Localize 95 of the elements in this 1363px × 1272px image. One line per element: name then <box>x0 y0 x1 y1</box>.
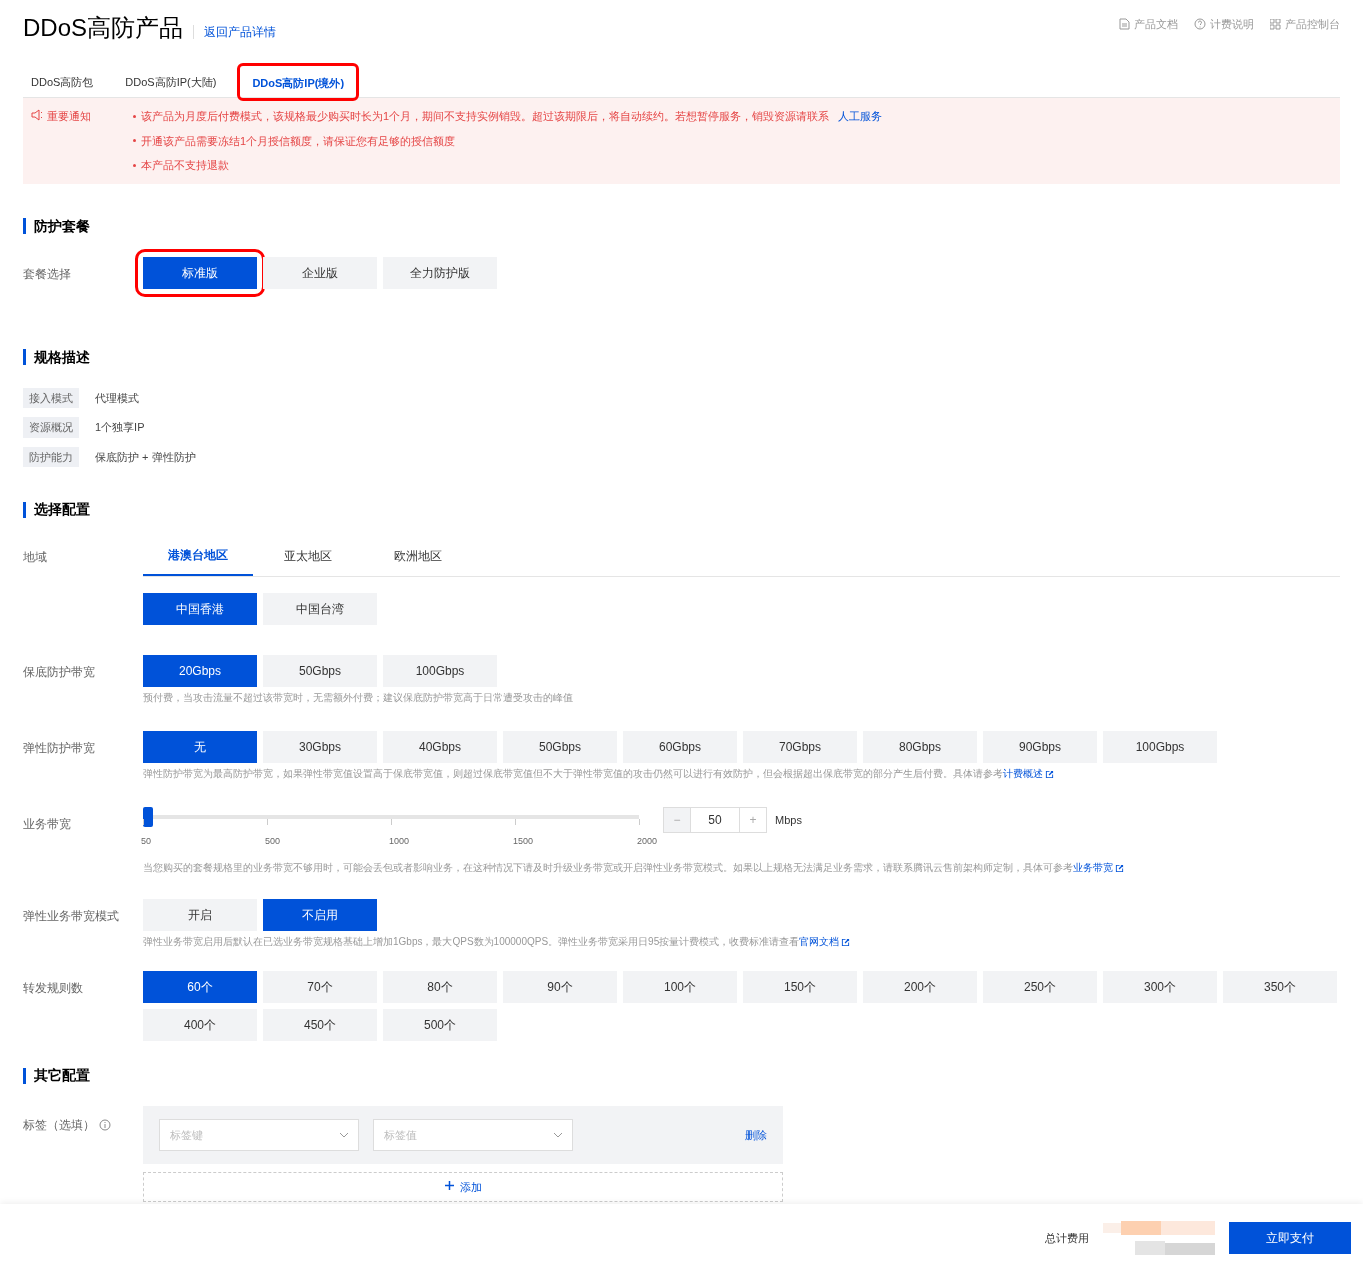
spec-value: 代理模式 <box>95 390 139 406</box>
page-title: DDoS高防产品 <box>23 13 184 43</box>
option-button[interactable]: 450个 <box>263 1009 377 1041</box>
tag-select[interactable]: 标签值 <box>373 1119 573 1151</box>
option-button[interactable]: 100Gbps <box>1103 731 1217 763</box>
external-link-icon <box>1045 769 1054 779</box>
notice-label: 重要通知 <box>47 109 91 124</box>
grid-icon <box>1270 18 1281 30</box>
option-button[interactable]: 60Gbps <box>623 731 737 763</box>
region-tab[interactable]: 港澳台地区 <box>143 536 253 576</box>
field-label: 地域 <box>23 550 47 564</box>
tag-select[interactable]: 标签键 <box>159 1119 359 1151</box>
external-link-icon <box>841 937 851 947</box>
chevron-down-icon <box>339 1132 349 1138</box>
section-heading: 选择配置 <box>34 500 90 519</box>
option-button[interactable]: 全力防护版 <box>383 256 497 289</box>
option-button[interactable]: 100个 <box>623 971 737 1003</box>
unit-label: Mbps <box>775 812 802 828</box>
plus-icon <box>444 1181 454 1190</box>
service-link[interactable]: 人工服务 <box>838 108 883 125</box>
product-tab[interactable]: DDoS高防IP(大陆) <box>125 74 217 91</box>
option-button[interactable]: 50Gbps <box>503 731 617 763</box>
option-button[interactable]: 80Gbps <box>863 731 977 763</box>
spec-value: 1个独享IP <box>95 420 145 435</box>
option-button[interactable]: 200个 <box>863 971 977 1003</box>
field-label: 转发规则数 <box>23 981 83 995</box>
option-button[interactable]: 标准版 <box>143 256 257 289</box>
field-label: 套餐选择 <box>23 266 71 281</box>
slider-tick-label: 50 <box>141 835 151 848</box>
option-button[interactable]: 开启 <box>143 899 257 931</box>
option-button[interactable]: 70个 <box>263 971 377 1003</box>
section-heading: 防护套餐 <box>34 216 90 236</box>
field-label: 业务带宽 <box>23 817 71 831</box>
option-button[interactable]: 100Gbps <box>383 655 497 687</box>
option-button[interactable]: 90个 <box>503 971 617 1003</box>
region-tab[interactable]: 欧洲地区 <box>363 536 473 576</box>
help-icon <box>1194 18 1206 30</box>
speaker-icon <box>31 109 43 121</box>
slider-tick-label: 2000 <box>637 835 658 848</box>
region-tab[interactable]: 亚太地区 <box>253 536 363 576</box>
option-button[interactable]: 90Gbps <box>983 731 1097 763</box>
option-button[interactable]: 30Gbps <box>263 731 377 763</box>
field-label: 弹性防护带宽 <box>23 741 95 755</box>
option-button[interactable]: 500个 <box>383 1009 497 1041</box>
hint-text: 当您购买的套餐规格里的业务带宽不够用时，可能会丢包或者影响业务，在这种情况下请及时升级业务带宽或开启弹性业务带宽模式。如果以上规格无法满足业务需求，请联系腾讯云售前架构师定制，具体可参考业务带宽 <box>143 861 1124 875</box>
option-button[interactable]: 不启用 <box>263 899 377 931</box>
spec-key: 资源概况 <box>23 417 79 438</box>
option-button[interactable]: 150个 <box>743 971 857 1003</box>
product-tab[interactable]: DDoS高防包 <box>31 74 94 91</box>
section-heading: 其它配置 <box>34 1066 90 1085</box>
notice-item: 本产品不支持退款 <box>141 158 229 173</box>
notice-item: 开通该产品需要冻结1个月授信额度，请保证您有足够的授信额度 <box>141 133 456 149</box>
product-tab[interactable]: DDoS高防IP(境外) <box>252 75 345 92</box>
option-button[interactable]: 250个 <box>983 971 1097 1003</box>
field-label: 弹性业务带宽模式 <box>23 909 119 923</box>
spec-key: 接入模式 <box>23 387 79 408</box>
option-button[interactable]: 40Gbps <box>383 731 497 763</box>
document-icon <box>1119 18 1130 30</box>
option-button[interactable]: 80个 <box>383 971 497 1003</box>
chevron-down-icon <box>553 1132 563 1138</box>
field-label: 保底防护带宽 <box>23 665 95 679</box>
slider-handle[interactable] <box>143 807 153 827</box>
option-button[interactable]: 70Gbps <box>743 731 857 763</box>
notice-item: 该产品为月度后付费模式，该规格最少购买时长为1个月，期间不支持实例销毁。超过该期限后，将自动续约。若想暂停服务，销毁资源请联系 <box>141 109 830 124</box>
slider-tick-label: 1500 <box>513 835 534 848</box>
pay-button[interactable]: 立即支付 <box>1229 1222 1351 1254</box>
hint-text: 预付费，当攻击流量不超过该带宽时，无需额外付费；建议保底防护带宽高于日常遭受攻击的峰值 <box>143 691 573 705</box>
slider-tick-label: 500 <box>265 835 281 848</box>
option-button[interactable]: 中国台湾 <box>263 593 377 625</box>
hint-link[interactable]: 官网文档 <box>799 936 840 947</box>
hint-link[interactable]: 计费概述 <box>1003 768 1043 779</box>
bandwidth-input[interactable]: 50 <box>691 807 739 833</box>
slider-tick-label: 1000 <box>389 835 410 848</box>
section-heading: 规格描述 <box>34 347 90 367</box>
option-button[interactable]: 中国香港 <box>143 593 257 625</box>
info-icon <box>99 1119 111 1131</box>
hint-link[interactable]: 业务带宽 <box>1073 862 1113 873</box>
delete-link[interactable]: 删除 <box>745 1126 767 1144</box>
external-link-icon <box>1115 863 1124 873</box>
option-button[interactable]: 400个 <box>143 1009 257 1041</box>
option-button[interactable]: 企业版 <box>263 256 377 289</box>
back-link[interactable]: 返回产品详情 <box>204 23 277 41</box>
add-button[interactable]: 添加 <box>143 1172 783 1202</box>
field-label: 标签（选填） <box>23 1117 95 1134</box>
option-button[interactable]: 350个 <box>1223 971 1337 1003</box>
hint-text: 弹性业务带宽启用后默认在已选业务带宽规格基础上增加1Gbps，最大QPS数为100000QPS。弹性业务带宽采用日95按量计费模式，收费标准请查看官网文档 <box>143 935 851 949</box>
hint-text: 弹性防护带宽为最高防护带宽，如果弹性带宽值设置高于保底带宽值，则超过保底带宽值但不大于弹性带宽值的攻击仍然可以进行有效防护，但会根据超出保底带宽的部分产生后付费。具体请参考计费概述 <box>143 767 1217 781</box>
spec-key: 防护能力 <box>23 446 79 467</box>
option-button[interactable]: 50Gbps <box>263 655 377 687</box>
total-label: 总计费用 <box>1045 1230 1089 1246</box>
option-button[interactable]: 60个 <box>143 971 257 1003</box>
option-button[interactable]: 300个 <box>1103 971 1217 1003</box>
spec-value: 保底防护 + 弹性防护 <box>95 449 196 465</box>
option-button[interactable]: 20Gbps <box>143 655 257 687</box>
option-button[interactable]: 无 <box>143 731 257 763</box>
